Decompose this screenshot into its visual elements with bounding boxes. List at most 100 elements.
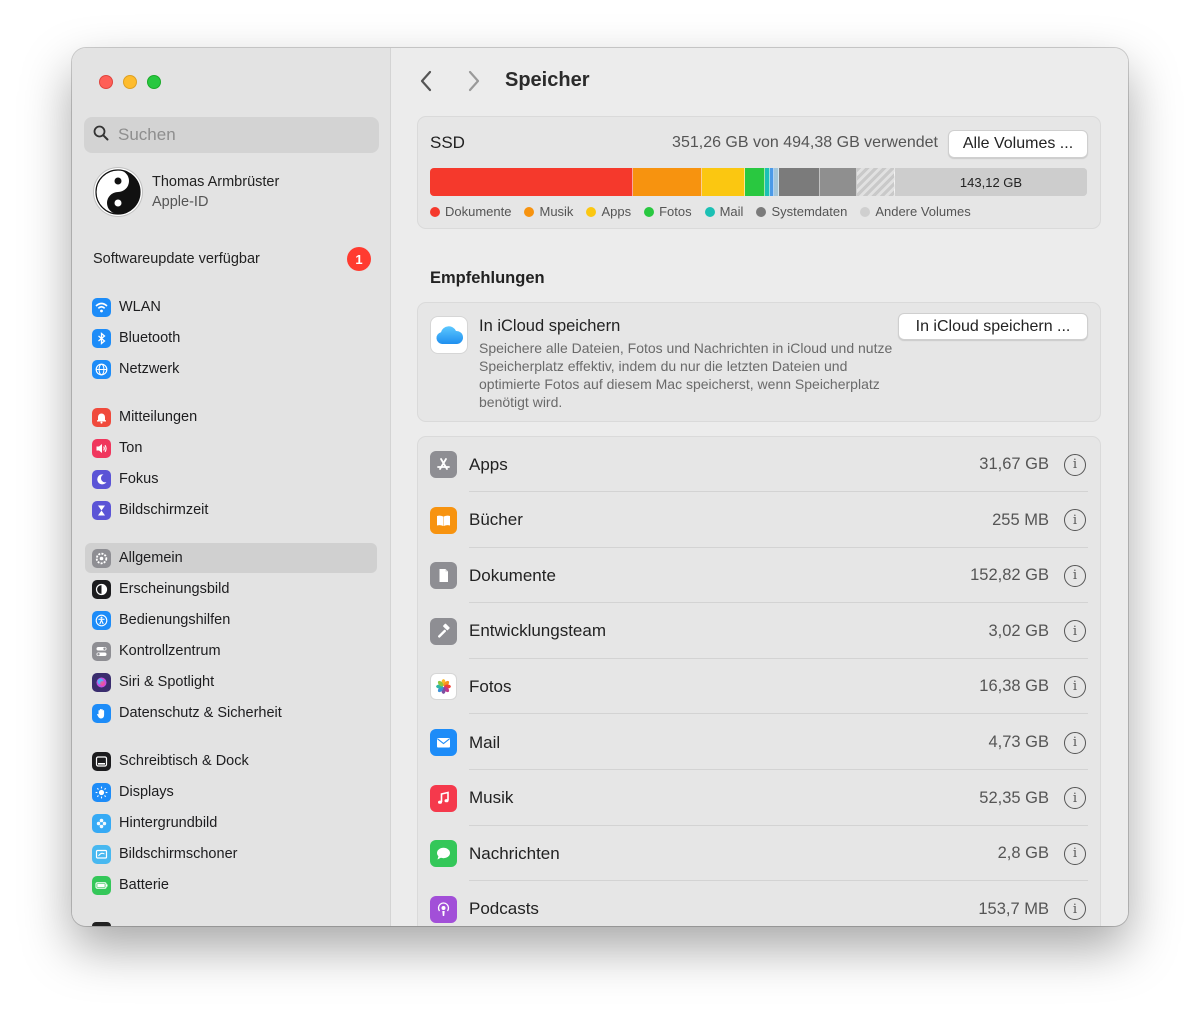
ssd-storage-card: SSD 351,26 GB von 494,38 GB verwendet Al…: [417, 116, 1101, 229]
category-row-entwicklungsteam[interactable]: Entwicklungsteam 3,02 GB i: [418, 604, 1100, 659]
software-update-label: Softwareupdate verfügbar: [93, 251, 260, 267]
document-icon: [430, 562, 457, 590]
wifi-icon: [92, 297, 111, 317]
minimize-button[interactable]: [123, 75, 137, 89]
info-icon[interactable]: i: [1064, 898, 1086, 921]
sidebar-item-erscheinungsbild[interactable]: Erscheinungsbild: [85, 574, 377, 604]
sidebar-item-batterie[interactable]: Batterie: [85, 870, 377, 900]
accessibility-icon: [92, 610, 111, 630]
icloud-title: In iCloud speichern: [479, 317, 621, 335]
sidebar-item-datenschutz-sicherheit[interactable]: Datenschutz & Sicherheit: [85, 698, 377, 728]
zoom-button[interactable]: [147, 75, 161, 89]
info-icon[interactable]: i: [1064, 509, 1086, 532]
category-name: Bücher: [469, 510, 523, 530]
sidebar-item-hintergrundbild[interactable]: Hintergrundbild: [85, 808, 377, 838]
category-name: Entwicklungsteam: [469, 621, 607, 641]
legend-dot: [860, 206, 871, 217]
legend-item: Mail: [704, 204, 744, 219]
sidebar-item-bildschirmschoner[interactable]: Bildschirmschoner: [85, 839, 377, 869]
window-controls: [99, 75, 161, 89]
sidebar-item-allgemein[interactable]: Allgemein: [85, 543, 377, 573]
legend-item: Musik: [524, 204, 573, 219]
forward-button[interactable]: [463, 68, 483, 94]
category-row-fotos[interactable]: Fotos 16,38 GB i: [418, 659, 1100, 715]
category-row-podcasts[interactable]: Podcasts 153,7 MB i: [418, 882, 1100, 926]
store-in-icloud-button[interactable]: In iCloud speichern ...: [898, 313, 1088, 340]
info-icon[interactable]: i: [1064, 453, 1086, 476]
music-note-icon: [430, 784, 457, 812]
app-store-icon: [430, 451, 457, 478]
back-button[interactable]: [417, 68, 437, 94]
legend-label: Systemdaten: [771, 204, 848, 219]
search-input[interactable]: [118, 125, 348, 145]
sidebar-item-mitteilungen[interactable]: Mitteilungen: [85, 402, 377, 432]
sidebar-item-netzwerk[interactable]: Netzwerk: [85, 354, 377, 384]
search-field[interactable]: [84, 117, 379, 153]
sidebar-item-label: Batterie: [119, 877, 169, 893]
apple-id-profile[interactable]: Thomas Armbrüster Apple-ID: [94, 168, 279, 216]
legend-label: Mail: [719, 204, 744, 219]
gear-icon: [92, 548, 111, 568]
sidebar-item-fokus[interactable]: Fokus: [85, 464, 377, 494]
recommendations-title: Empfehlungen: [430, 269, 545, 287]
category-row-bücher[interactable]: Bücher 255 MB i: [418, 493, 1100, 548]
info-icon[interactable]: i: [1064, 787, 1086, 810]
info-icon[interactable]: i: [1064, 842, 1086, 865]
bar-segment-free: 143,12 GB: [895, 168, 1087, 196]
moon-icon: [92, 469, 111, 489]
icloud-description: Speichere alle Dateien, Fotos und Nachri…: [479, 340, 893, 410]
battery-icon: [92, 875, 111, 895]
category-row-mail[interactable]: Mail 4,73 GB i: [418, 715, 1100, 770]
category-name: Nachrichten: [469, 843, 560, 863]
category-name: Mail: [469, 732, 501, 752]
bar-segment-fotos: [745, 168, 765, 196]
all-volumes-button[interactable]: Alle Volumes ...: [948, 130, 1088, 158]
sidebar-item-siri-spotlight[interactable]: Siri & Spotlight: [85, 667, 377, 697]
podcast-icon: [430, 895, 457, 923]
sun-icon: [92, 782, 111, 802]
sidebar-item-bluetooth[interactable]: Bluetooth: [85, 323, 377, 353]
sidebar-item-ton[interactable]: Ton: [85, 433, 377, 463]
info-icon[interactable]: i: [1064, 731, 1086, 754]
category-row-musik[interactable]: Musik 52,35 GB i: [418, 771, 1100, 826]
bar-segment-musik: [633, 168, 702, 196]
sidebar-item-displays[interactable]: Displays: [85, 777, 377, 807]
storage-legend: Dokumente Musik Apps Fotos Mail Systemdaten An…: [430, 204, 971, 219]
sidebar-item-bedienungshilfen[interactable]: Bedienungshilfen: [85, 605, 377, 635]
category-row-dokumente[interactable]: Dokumente 152,82 GB i: [418, 548, 1100, 604]
icloud-recommendation-card: In iCloud speichern Speichere alle Datei…: [417, 302, 1101, 422]
sidebar-item-label: Kontrollzentrum: [119, 643, 221, 659]
toolbar: Speicher: [391, 48, 1128, 114]
info-icon[interactable]: i: [1064, 564, 1086, 587]
info-icon[interactable]: i: [1064, 620, 1086, 643]
category-size: 152,82 GB: [970, 566, 1049, 585]
sidebar-item-bildschirmzeit[interactable]: Bildschirmzeit: [85, 495, 377, 525]
category-size: 2,8 GB: [997, 844, 1049, 863]
photos-icon: [430, 673, 457, 701]
software-update-row[interactable]: Softwareupdate verfügbar 1: [93, 246, 371, 272]
info-icon[interactable]: i: [1064, 675, 1086, 698]
sidebar-item-label: Allgemein: [119, 550, 183, 566]
sidebar-item-label: Displays: [119, 784, 174, 800]
category-name: Apps: [469, 454, 508, 474]
sidebar-item-label: Erscheinungsbild: [119, 581, 230, 597]
legend-label: Dokumente: [445, 204, 512, 219]
category-row-nachrichten[interactable]: Nachrichten 2,8 GB i: [418, 826, 1100, 882]
category-row-apps[interactable]: Apps 31,67 GB i: [418, 437, 1100, 492]
close-button[interactable]: [99, 75, 113, 89]
storage-usage-bar: 143,12 GB: [430, 168, 1087, 196]
legend-item: Systemdaten: [756, 204, 847, 219]
legend-item: Fotos: [644, 204, 692, 219]
legend-label: Andere Volumes: [875, 204, 971, 219]
category-size: 3,02 GB: [988, 621, 1049, 640]
siri-icon: [92, 672, 111, 692]
sidebar-item-kontrollzentrum[interactable]: Kontrollzentrum: [85, 636, 377, 666]
sidebar: Thomas Armbrüster Apple-ID Softwareupdat…: [72, 48, 391, 926]
switches-icon: [92, 641, 111, 661]
legend-dot: [704, 206, 715, 217]
sidebar-item-schreibtisch-dock[interactable]: Schreibtisch & Dock: [85, 746, 377, 776]
appearance-icon: [92, 579, 111, 599]
sidebar-item-label: Ton: [119, 440, 143, 456]
main-content: Speicher SSD 351,26 GB von 494,38 GB ver…: [391, 48, 1128, 926]
sidebar-item-wlan[interactable]: WLAN: [85, 292, 377, 322]
